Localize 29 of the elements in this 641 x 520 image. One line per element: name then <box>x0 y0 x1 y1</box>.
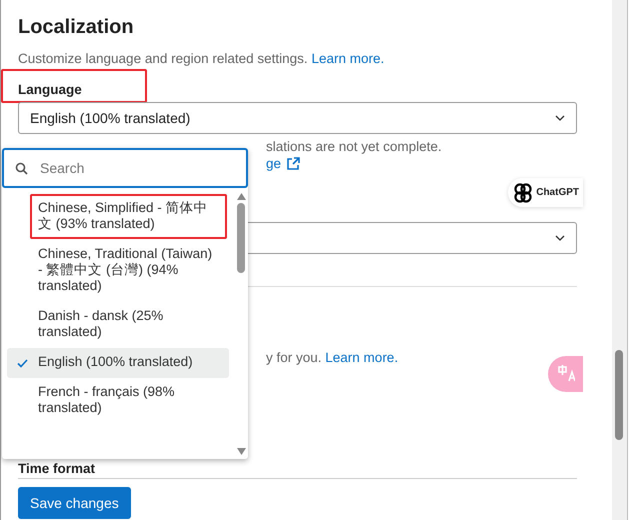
external-link-icon <box>286 156 300 170</box>
search-field[interactable]: Search <box>2 148 248 188</box>
chatgpt-badge[interactable]: ChatGPT <box>508 178 583 207</box>
language-option[interactable]: English (100% translated) <box>7 348 229 378</box>
scroll-down-icon <box>236 448 246 455</box>
page-scrollbar[interactable] <box>612 0 627 520</box>
learn-more-link[interactable]: Learn more. <box>311 51 384 66</box>
language-option[interactable]: Danish - dansk (25% translated) <box>7 302 229 348</box>
page-heading: Localization <box>18 16 135 39</box>
translate-button[interactable] <box>548 356 583 392</box>
language-select[interactable]: English (100% translated) <box>18 102 577 134</box>
language-option[interactable]: Chinese, Traditional (Taiwan) - 繁體中文 (台灣) (94% translated) <box>7 240 229 302</box>
save-button[interactable]: Save changes <box>18 487 131 519</box>
time-format-label: Time format <box>18 461 96 476</box>
translate-icon <box>556 365 574 383</box>
check-icon <box>17 359 28 368</box>
translation-link[interactable]: ge <box>266 156 282 171</box>
scroll-up-icon <box>236 193 246 200</box>
help-text: slations are not yet complete. <box>266 139 443 154</box>
knot-logo-icon <box>512 182 534 204</box>
description-text: Customize language and region related settings. Learn more. <box>18 51 386 66</box>
chevron-icon <box>555 115 565 121</box>
language-label: Language <box>18 82 83 97</box>
language-option[interactable]: Chinese, Simplified - 简体中文 (93% translated) <box>7 194 229 240</box>
chevron-icon <box>555 235 565 241</box>
search-icon <box>15 162 28 175</box>
language-option[interactable]: French - français (98% translated) <box>7 378 229 424</box>
scroll-thumb[interactable] <box>237 203 245 273</box>
learn-more-link[interactable]: Learn more. <box>325 350 398 365</box>
